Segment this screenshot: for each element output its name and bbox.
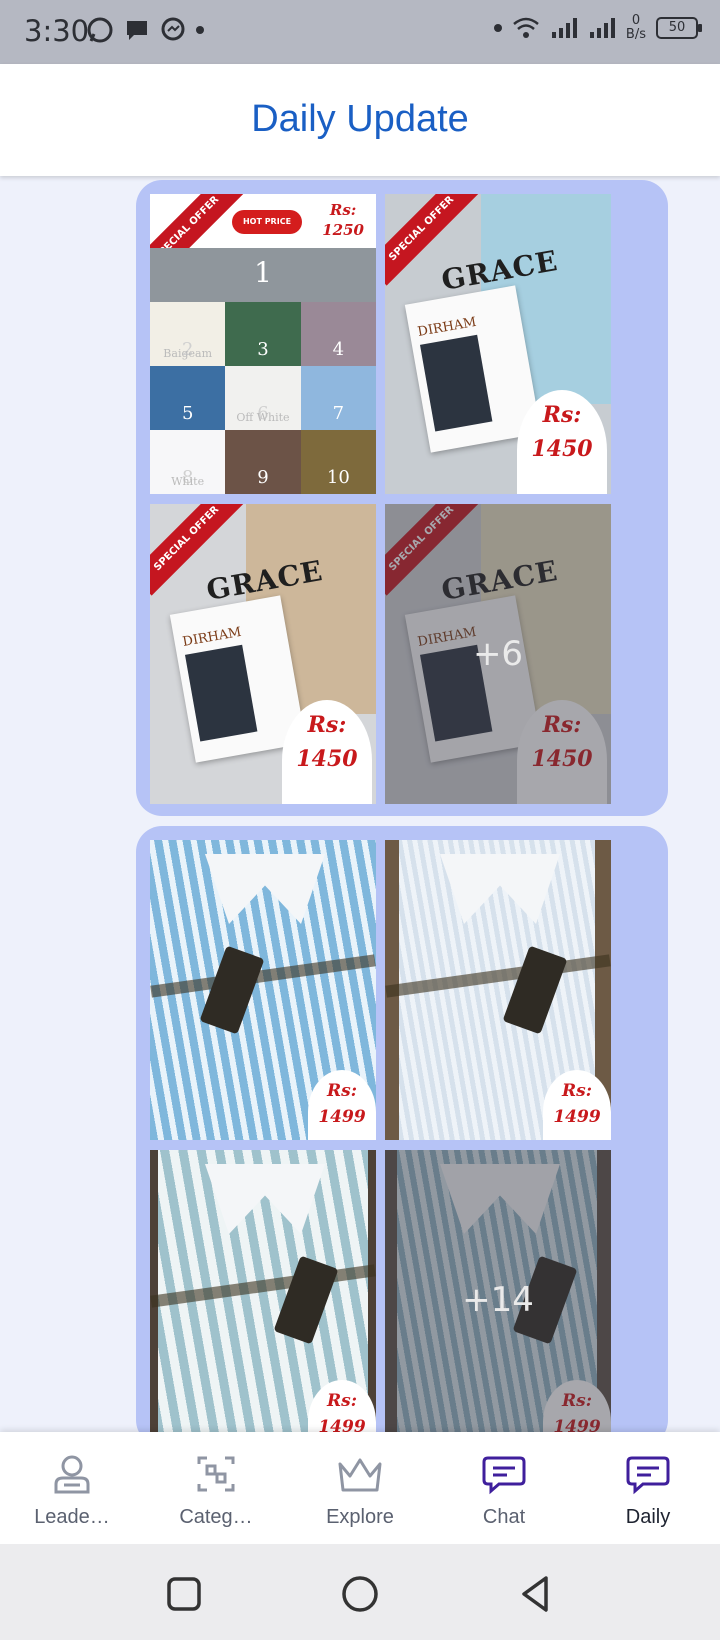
categories-icon [197, 1456, 235, 1492]
post-image[interactable]: GRACE DIRHAM SPECIAL OFFER Rs: 1450 [385, 194, 611, 494]
nav-item-chat[interactable]: Chat [432, 1432, 576, 1544]
more-count: +6 [472, 634, 524, 674]
nav-label: Chat [482, 1506, 526, 1528]
color-swatch: 4 [300, 302, 376, 366]
daily-icon [626, 1456, 670, 1495]
net-speed-value: 0 [631, 13, 641, 28]
color-swatch: 9 [225, 430, 301, 494]
price-tag: Rs: 1499 [308, 1070, 376, 1140]
system-nav-bar [0, 1544, 720, 1640]
swatch-number: 1 [254, 255, 272, 289]
nav-label: Leade… [34, 1506, 110, 1528]
nav-item-leaderboard[interactable]: Leade… [0, 1432, 144, 1544]
recent-apps-icon[interactable] [164, 1574, 204, 1614]
app-header: Daily Update [0, 64, 720, 176]
price-tag: Rs: 1450 [282, 700, 372, 804]
nav-label: Explore [326, 1506, 394, 1528]
post-image[interactable]: SPECIAL OFFER HOT PRICE Rs: 1250 1 Baigea… [150, 194, 376, 494]
battery-icon: 50 [656, 17, 702, 39]
swatch-number: 5 [181, 403, 194, 424]
color-swatch: 1 [150, 248, 376, 302]
post-image[interactable]: Rs: 1499 [150, 840, 376, 1140]
price-tag: Rs: 1450 [517, 390, 607, 494]
color-swatch: White 8 [150, 430, 226, 494]
more-count: +14 [462, 1280, 534, 1320]
swatch-number: 9 [257, 467, 269, 488]
signal-icon [551, 18, 577, 38]
nav-item-categories[interactable]: Categ… [144, 1432, 288, 1544]
nav-label: Daily [625, 1506, 671, 1528]
color-swatch: Baigeam 2 [150, 302, 226, 366]
status-bar: 3:30 0 B/s 50 [0, 0, 720, 64]
swatch-name: White [171, 475, 205, 488]
color-swatch: 7 [300, 366, 376, 430]
post-image[interactable]: Rs: 1499 [385, 840, 611, 1140]
crown-icon [338, 1458, 382, 1492]
color-swatch: 3 [225, 302, 301, 366]
back-icon[interactable] [516, 1574, 556, 1614]
nav-item-explore[interactable]: Explore [288, 1432, 432, 1544]
notification-dot-icon [196, 26, 204, 34]
chat-icon [482, 1456, 526, 1495]
net-speed-unit: B/s [625, 27, 646, 42]
page-title: Daily Update [251, 98, 469, 140]
post-image[interactable]: Rs: 1499 [150, 1150, 376, 1450]
nav-label: Categ… [179, 1506, 253, 1528]
messenger-icon [161, 17, 185, 41]
whatsapp-icon [87, 17, 113, 43]
swatch-grid: 1 Baigeam 2 3 4 5 Off White 6 7 White 8 9 10 [150, 248, 376, 494]
price-tag: Rs: 1250 [322, 201, 364, 239]
post-image-more[interactable]: Rs: 1499 +14 [385, 1150, 611, 1450]
swatch-number: 4 [332, 339, 345, 360]
notification-dot-icon [493, 24, 502, 32]
color-swatch: Off White 6 [225, 366, 301, 430]
post-image[interactable]: GRACE DIRHAM SPECIAL OFFER Rs: 1450 [150, 504, 376, 804]
price-tag: Rs: 1499 [543, 1070, 611, 1140]
post-card[interactable]: Rs: 1499 Rs: 1499 Rs: 1499 Rs: 1499 +14 [136, 826, 668, 1450]
hot-price-badge: HOT PRICE [232, 210, 302, 234]
swatch-name: Baigeam [163, 347, 212, 360]
net-speed: 0 B/s [626, 14, 646, 42]
bottom-nav: Leade… Categ… Explore Chat Daily [0, 1432, 720, 1544]
color-swatch: 5 [150, 366, 226, 430]
home-icon[interactable] [340, 1574, 380, 1614]
swatch-name: Off White [236, 411, 290, 424]
post-image-more[interactable]: GRACE DIRHAM SPECIAL OFFER Rs: 1450 +6 [385, 504, 611, 804]
message-icon [127, 21, 147, 40]
wifi-icon [513, 17, 539, 38]
post-card[interactable]: SPECIAL OFFER HOT PRICE Rs: 1250 1 Baigea… [136, 180, 668, 816]
color-swatch: 10 [300, 430, 376, 494]
nav-item-daily[interactable]: Daily [576, 1432, 720, 1544]
signal-icon [589, 18, 615, 38]
swatch-number: 7 [332, 403, 345, 424]
swatch-number: 3 [257, 339, 269, 360]
user-icon [54, 1455, 90, 1494]
swatch-number: 10 [326, 467, 350, 488]
status-time: 3:30 [24, 14, 90, 48]
